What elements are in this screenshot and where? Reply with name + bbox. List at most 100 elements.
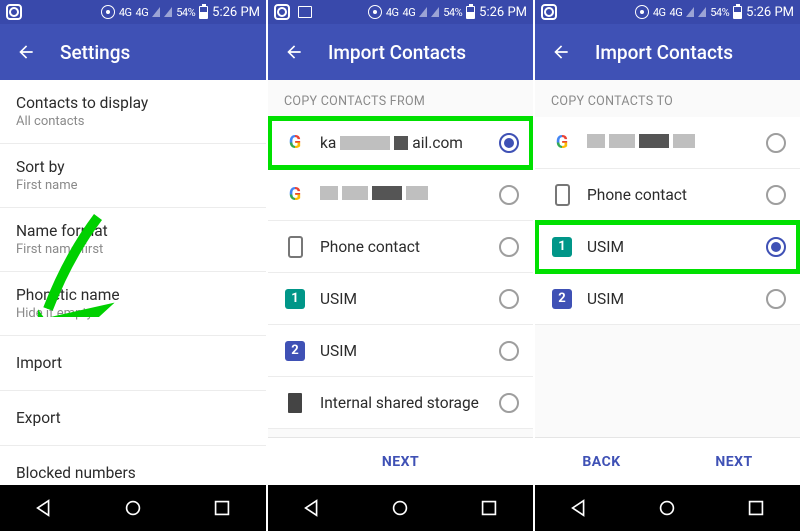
storage-icon xyxy=(284,392,306,414)
radio-button[interactable] xyxy=(766,237,786,257)
nav-back-icon[interactable] xyxy=(33,497,55,519)
row-secondary: First name xyxy=(16,178,250,193)
signal-icon xyxy=(164,7,172,17)
hotspot-icon xyxy=(101,5,115,19)
nav-bar xyxy=(535,485,800,531)
nav-recent-icon[interactable] xyxy=(478,497,500,519)
app-bar: Import Contacts xyxy=(268,24,533,80)
status-bar: 4G 4G 54% 5:26 PM xyxy=(268,0,533,24)
battery-icon xyxy=(733,6,742,19)
phone-icon xyxy=(551,184,573,206)
back-icon[interactable] xyxy=(284,42,304,62)
radio-button[interactable] xyxy=(499,393,519,413)
option-row[interactable]: Phone contact xyxy=(535,169,800,221)
net-label: 4G xyxy=(136,6,149,19)
settings-row-import[interactable]: Import xyxy=(0,336,266,391)
settings-row-name-format[interactable]: Name format First name first xyxy=(0,208,266,272)
battery-icon xyxy=(199,6,208,19)
section-header: COPY CONTACTS FROM xyxy=(268,80,533,117)
radio-button[interactable] xyxy=(499,185,519,205)
battery-pct: 54% xyxy=(710,6,729,19)
nav-recent-icon[interactable] xyxy=(745,497,767,519)
option-row[interactable]: 2 USIM xyxy=(268,325,533,377)
app-icon xyxy=(274,4,290,20)
next-button[interactable]: NEXT xyxy=(382,454,419,470)
settings-row-sort-by[interactable]: Sort by First name xyxy=(0,144,266,208)
row-primary: Contacts to display xyxy=(16,94,250,112)
radio-button[interactable] xyxy=(499,133,519,153)
app-icon xyxy=(541,4,557,20)
option-label xyxy=(320,185,485,204)
signal-icon xyxy=(698,7,706,17)
app-bar: Import Contacts xyxy=(535,24,800,80)
google-icon: G xyxy=(284,132,306,154)
app-icon xyxy=(6,4,22,20)
option-label xyxy=(587,133,752,152)
radio-button[interactable] xyxy=(499,289,519,309)
settings-row-phonetic-name[interactable]: Phonetic nameHide if empty xyxy=(0,272,266,336)
option-row[interactable]: G xyxy=(268,169,533,221)
footer-bar: NEXT xyxy=(268,437,533,485)
option-row[interactable]: Gkaail.com xyxy=(268,117,533,169)
sim1-icon: 1 xyxy=(551,236,573,258)
nav-home-icon[interactable] xyxy=(389,497,411,519)
status-bar: 4G 4G 54% 5:26 PM xyxy=(535,0,800,24)
option-row[interactable]: G xyxy=(535,117,800,169)
signal-icon xyxy=(431,7,439,17)
clock: 5:26 PM xyxy=(212,5,260,20)
option-row[interactable]: Phone contact xyxy=(268,221,533,273)
option-label: kaail.com xyxy=(320,134,485,152)
settings-list[interactable]: Contacts to display All contacts Sort by Fi… xyxy=(0,80,266,485)
radio-button[interactable] xyxy=(499,341,519,361)
page-title: Import Contacts xyxy=(595,41,733,64)
nav-bar xyxy=(0,485,266,531)
nav-back-icon[interactable] xyxy=(568,497,590,519)
signal-icon xyxy=(419,7,427,17)
nav-back-icon[interactable] xyxy=(301,497,323,519)
nav-bar xyxy=(268,485,533,531)
radio-button[interactable] xyxy=(766,185,786,205)
back-icon[interactable] xyxy=(551,42,571,62)
row-primary: Blocked numbers xyxy=(16,460,250,485)
footer-bar: BACK NEXT xyxy=(535,437,800,485)
settings-row-export[interactable]: Export xyxy=(0,391,266,446)
radio-button[interactable] xyxy=(766,289,786,309)
option-row[interactable]: 2USIM xyxy=(535,273,800,325)
phone-icon xyxy=(284,236,306,258)
nav-home-icon[interactable] xyxy=(656,497,678,519)
next-button[interactable]: NEXT xyxy=(715,454,752,470)
section-header: COPY CONTACTS TO xyxy=(535,80,800,117)
carrier-label: 4G xyxy=(119,6,132,19)
row-primary: Sort by xyxy=(16,158,250,176)
radio-button[interactable] xyxy=(499,237,519,257)
back-icon[interactable] xyxy=(16,42,36,62)
radio-button[interactable] xyxy=(766,133,786,153)
signal-icon xyxy=(686,7,694,17)
option-label: USIM xyxy=(320,290,485,308)
page-title: Settings xyxy=(60,41,130,64)
back-button[interactable]: BACK xyxy=(582,454,620,470)
row-primary: Import xyxy=(16,350,250,376)
settings-row-contacts-to-display[interactable]: Contacts to display All contacts xyxy=(0,80,266,144)
settings-row-blocked-numbers[interactable]: Blocked numbers xyxy=(0,446,266,485)
google-icon: G xyxy=(284,184,306,206)
option-label: USIM xyxy=(320,342,485,360)
net-label: 4G xyxy=(403,6,416,19)
option-row[interactable]: 1 USIM xyxy=(268,273,533,325)
app-bar: Settings xyxy=(0,24,266,80)
sim1-icon: 1 xyxy=(284,288,306,310)
option-row[interactable]: 1USIM xyxy=(535,221,800,273)
option-row[interactable]: Internal shared storage xyxy=(268,377,533,429)
row-secondary: All contacts xyxy=(16,114,250,129)
copy-to-list: COPY CONTACTS TO G Phone contact 1USIM2USI… xyxy=(535,80,800,437)
battery-pct: 54% xyxy=(443,6,462,19)
sim2-icon: 2 xyxy=(284,340,306,362)
nav-recent-icon[interactable] xyxy=(211,497,233,519)
carrier-label: 4G xyxy=(386,6,399,19)
nav-home-icon[interactable] xyxy=(122,497,144,519)
option-label: Phone contact xyxy=(320,238,485,256)
row-secondary: First name first xyxy=(16,242,250,257)
google-icon: G xyxy=(551,132,573,154)
row-primary: Name format xyxy=(16,222,250,240)
option-label: Phone contact xyxy=(587,186,752,204)
